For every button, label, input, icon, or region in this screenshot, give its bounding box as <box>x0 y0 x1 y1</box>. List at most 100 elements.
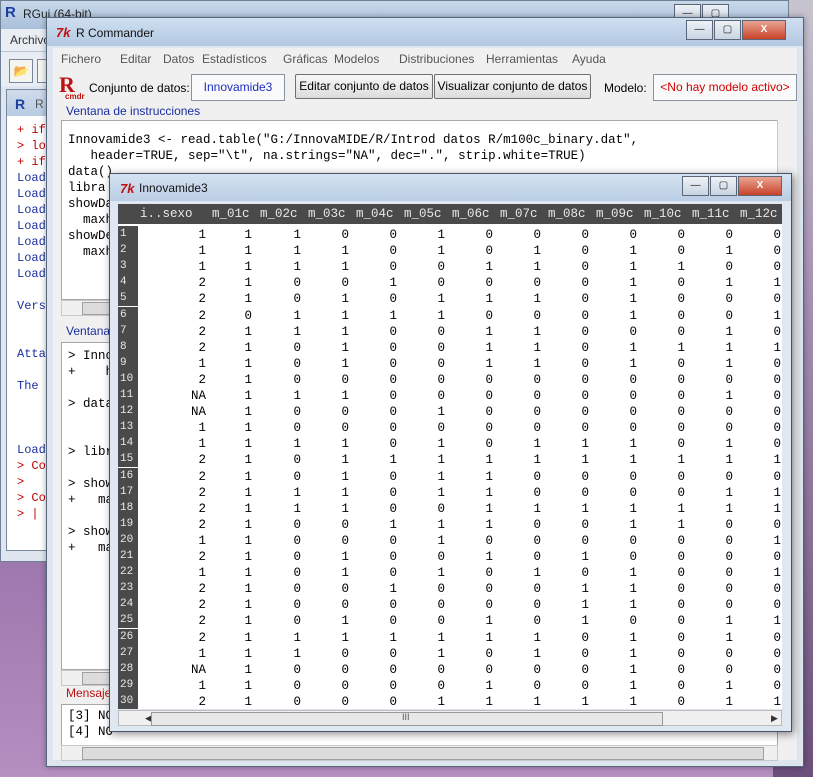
data-cell[interactable]: 1 <box>405 227 445 243</box>
data-cell[interactable]: 0 <box>501 517 541 533</box>
data-cell[interactable]: 2 <box>166 324 206 340</box>
data-cell[interactable]: 1 <box>309 501 349 517</box>
data-cell[interactable]: 1 <box>357 308 397 324</box>
data-cell[interactable]: 0 <box>405 259 445 275</box>
data-cell[interactable]: 0 <box>549 388 589 404</box>
data-cell[interactable]: 0 <box>261 340 301 356</box>
data-cell[interactable]: 0 <box>309 420 349 436</box>
data-cell[interactable]: 1 <box>405 291 445 307</box>
data-cell[interactable]: 0 <box>357 646 397 662</box>
data-cell[interactable]: 1 <box>693 243 733 259</box>
data-cell[interactable]: 1 <box>741 565 781 581</box>
maximize-icon[interactable]: ▢ <box>710 176 737 196</box>
data-cell[interactable]: 0 <box>693 565 733 581</box>
data-cell[interactable]: 0 <box>309 227 349 243</box>
menu-item-7[interactable]: Herramientas <box>486 52 558 66</box>
data-cell[interactable]: 0 <box>405 340 445 356</box>
data-cell[interactable]: 1 <box>309 469 349 485</box>
data-cell[interactable]: 0 <box>309 646 349 662</box>
data-cell[interactable]: 1 <box>693 678 733 694</box>
data-cell[interactable]: 0 <box>693 646 733 662</box>
data-cell[interactable]: 0 <box>357 662 397 678</box>
model-selector[interactable]: <No hay modelo activo> <box>653 74 797 101</box>
data-cell[interactable]: 1 <box>261 227 301 243</box>
minimize-icon[interactable]: — <box>682 176 709 196</box>
data-cell[interactable]: 1 <box>549 452 589 468</box>
data-cell[interactable]: 0 <box>453 275 493 291</box>
data-cell[interactable]: 0 <box>549 485 589 501</box>
data-cell[interactable]: 0 <box>309 517 349 533</box>
data-cell[interactable]: 0 <box>405 388 445 404</box>
data-cell[interactable]: 1 <box>741 485 781 501</box>
data-cell[interactable]: 0 <box>693 469 733 485</box>
data-cell[interactable]: 1 <box>549 597 589 613</box>
menu-item-5[interactable]: Modelos <box>334 52 379 66</box>
column-header-m_10c[interactable]: m_10c <box>644 207 682 221</box>
data-cell[interactable]: 1 <box>549 501 589 517</box>
data-cell[interactable]: 1 <box>693 275 733 291</box>
data-cell[interactable]: 0 <box>741 646 781 662</box>
data-cell[interactable]: 0 <box>405 678 445 694</box>
data-cell[interactable]: 1 <box>645 452 685 468</box>
data-cell[interactable]: 1 <box>693 452 733 468</box>
data-cell[interactable]: 0 <box>309 694 349 709</box>
data-cell[interactable]: 0 <box>549 259 589 275</box>
data-cell[interactable]: 0 <box>645 388 685 404</box>
data-cell[interactable]: 1 <box>693 340 733 356</box>
data-cell[interactable]: 0 <box>357 340 397 356</box>
data-cell[interactable]: 1 <box>405 452 445 468</box>
data-cell[interactable]: 1 <box>166 227 206 243</box>
dataset-selector[interactable]: Innovamide3 <box>191 74 285 101</box>
data-cell[interactable]: 0 <box>501 597 541 613</box>
data-cell[interactable]: 0 <box>645 372 685 388</box>
close-icon[interactable]: X <box>742 20 786 40</box>
data-cell[interactable]: 0 <box>405 613 445 629</box>
menu-item-6[interactable]: Distribuciones <box>399 52 474 66</box>
data-cell[interactable]: 0 <box>645 404 685 420</box>
data-cell[interactable]: 1 <box>549 613 589 629</box>
data-cell[interactable]: 0 <box>645 613 685 629</box>
data-cell[interactable]: 1 <box>597 597 637 613</box>
data-cell[interactable]: 0 <box>357 324 397 340</box>
column-header-m_09c[interactable]: m_09c <box>596 207 634 221</box>
data-cell[interactable]: 1 <box>357 452 397 468</box>
data-cell[interactable]: 0 <box>261 372 301 388</box>
data-cell[interactable]: 0 <box>693 259 733 275</box>
data-cell[interactable]: 0 <box>261 549 301 565</box>
data-cell[interactable]: 1 <box>453 356 493 372</box>
data-cell[interactable]: 1 <box>261 630 301 646</box>
data-cell[interactable]: 1 <box>212 613 252 629</box>
data-cell[interactable]: 1 <box>597 291 637 307</box>
data-cell[interactable]: 0 <box>549 324 589 340</box>
data-cell[interactable]: 1 <box>741 613 781 629</box>
data-cell[interactable]: 1 <box>212 340 252 356</box>
data-cell[interactable]: 1 <box>549 549 589 565</box>
data-cell[interactable]: 1 <box>405 630 445 646</box>
data-cell[interactable]: 1 <box>309 356 349 372</box>
data-cell[interactable]: 0 <box>741 372 781 388</box>
data-cell[interactable]: 0 <box>741 324 781 340</box>
data-cell[interactable]: 1 <box>166 565 206 581</box>
data-cell[interactable]: 0 <box>405 324 445 340</box>
data-cell[interactable]: 1 <box>741 340 781 356</box>
data-cell[interactable]: 0 <box>501 420 541 436</box>
data-cell[interactable]: 0 <box>405 662 445 678</box>
data-cell[interactable]: 2 <box>166 581 206 597</box>
data-cell[interactable]: 0 <box>453 662 493 678</box>
data-cell[interactable]: 0 <box>693 581 733 597</box>
view-dataset-button[interactable]: Visualizar conjunto de datos <box>434 74 591 99</box>
data-cell[interactable]: 0 <box>405 372 445 388</box>
data-cell[interactable]: 0 <box>357 356 397 372</box>
data-cell[interactable]: 0 <box>357 259 397 275</box>
data-cell[interactable]: 1 <box>645 501 685 517</box>
data-cell[interactable]: 0 <box>309 275 349 291</box>
data-cell[interactable]: 2 <box>166 549 206 565</box>
data-cell[interactable]: 0 <box>597 549 637 565</box>
data-cell[interactable]: NA <box>166 388 206 404</box>
data-cell[interactable]: 0 <box>357 597 397 613</box>
data-cell[interactable]: 0 <box>741 436 781 452</box>
data-cell[interactable]: 1 <box>549 436 589 452</box>
data-cell[interactable]: 1 <box>693 436 733 452</box>
data-cell[interactable]: 0 <box>597 324 637 340</box>
data-cell[interactable]: 0 <box>453 227 493 243</box>
